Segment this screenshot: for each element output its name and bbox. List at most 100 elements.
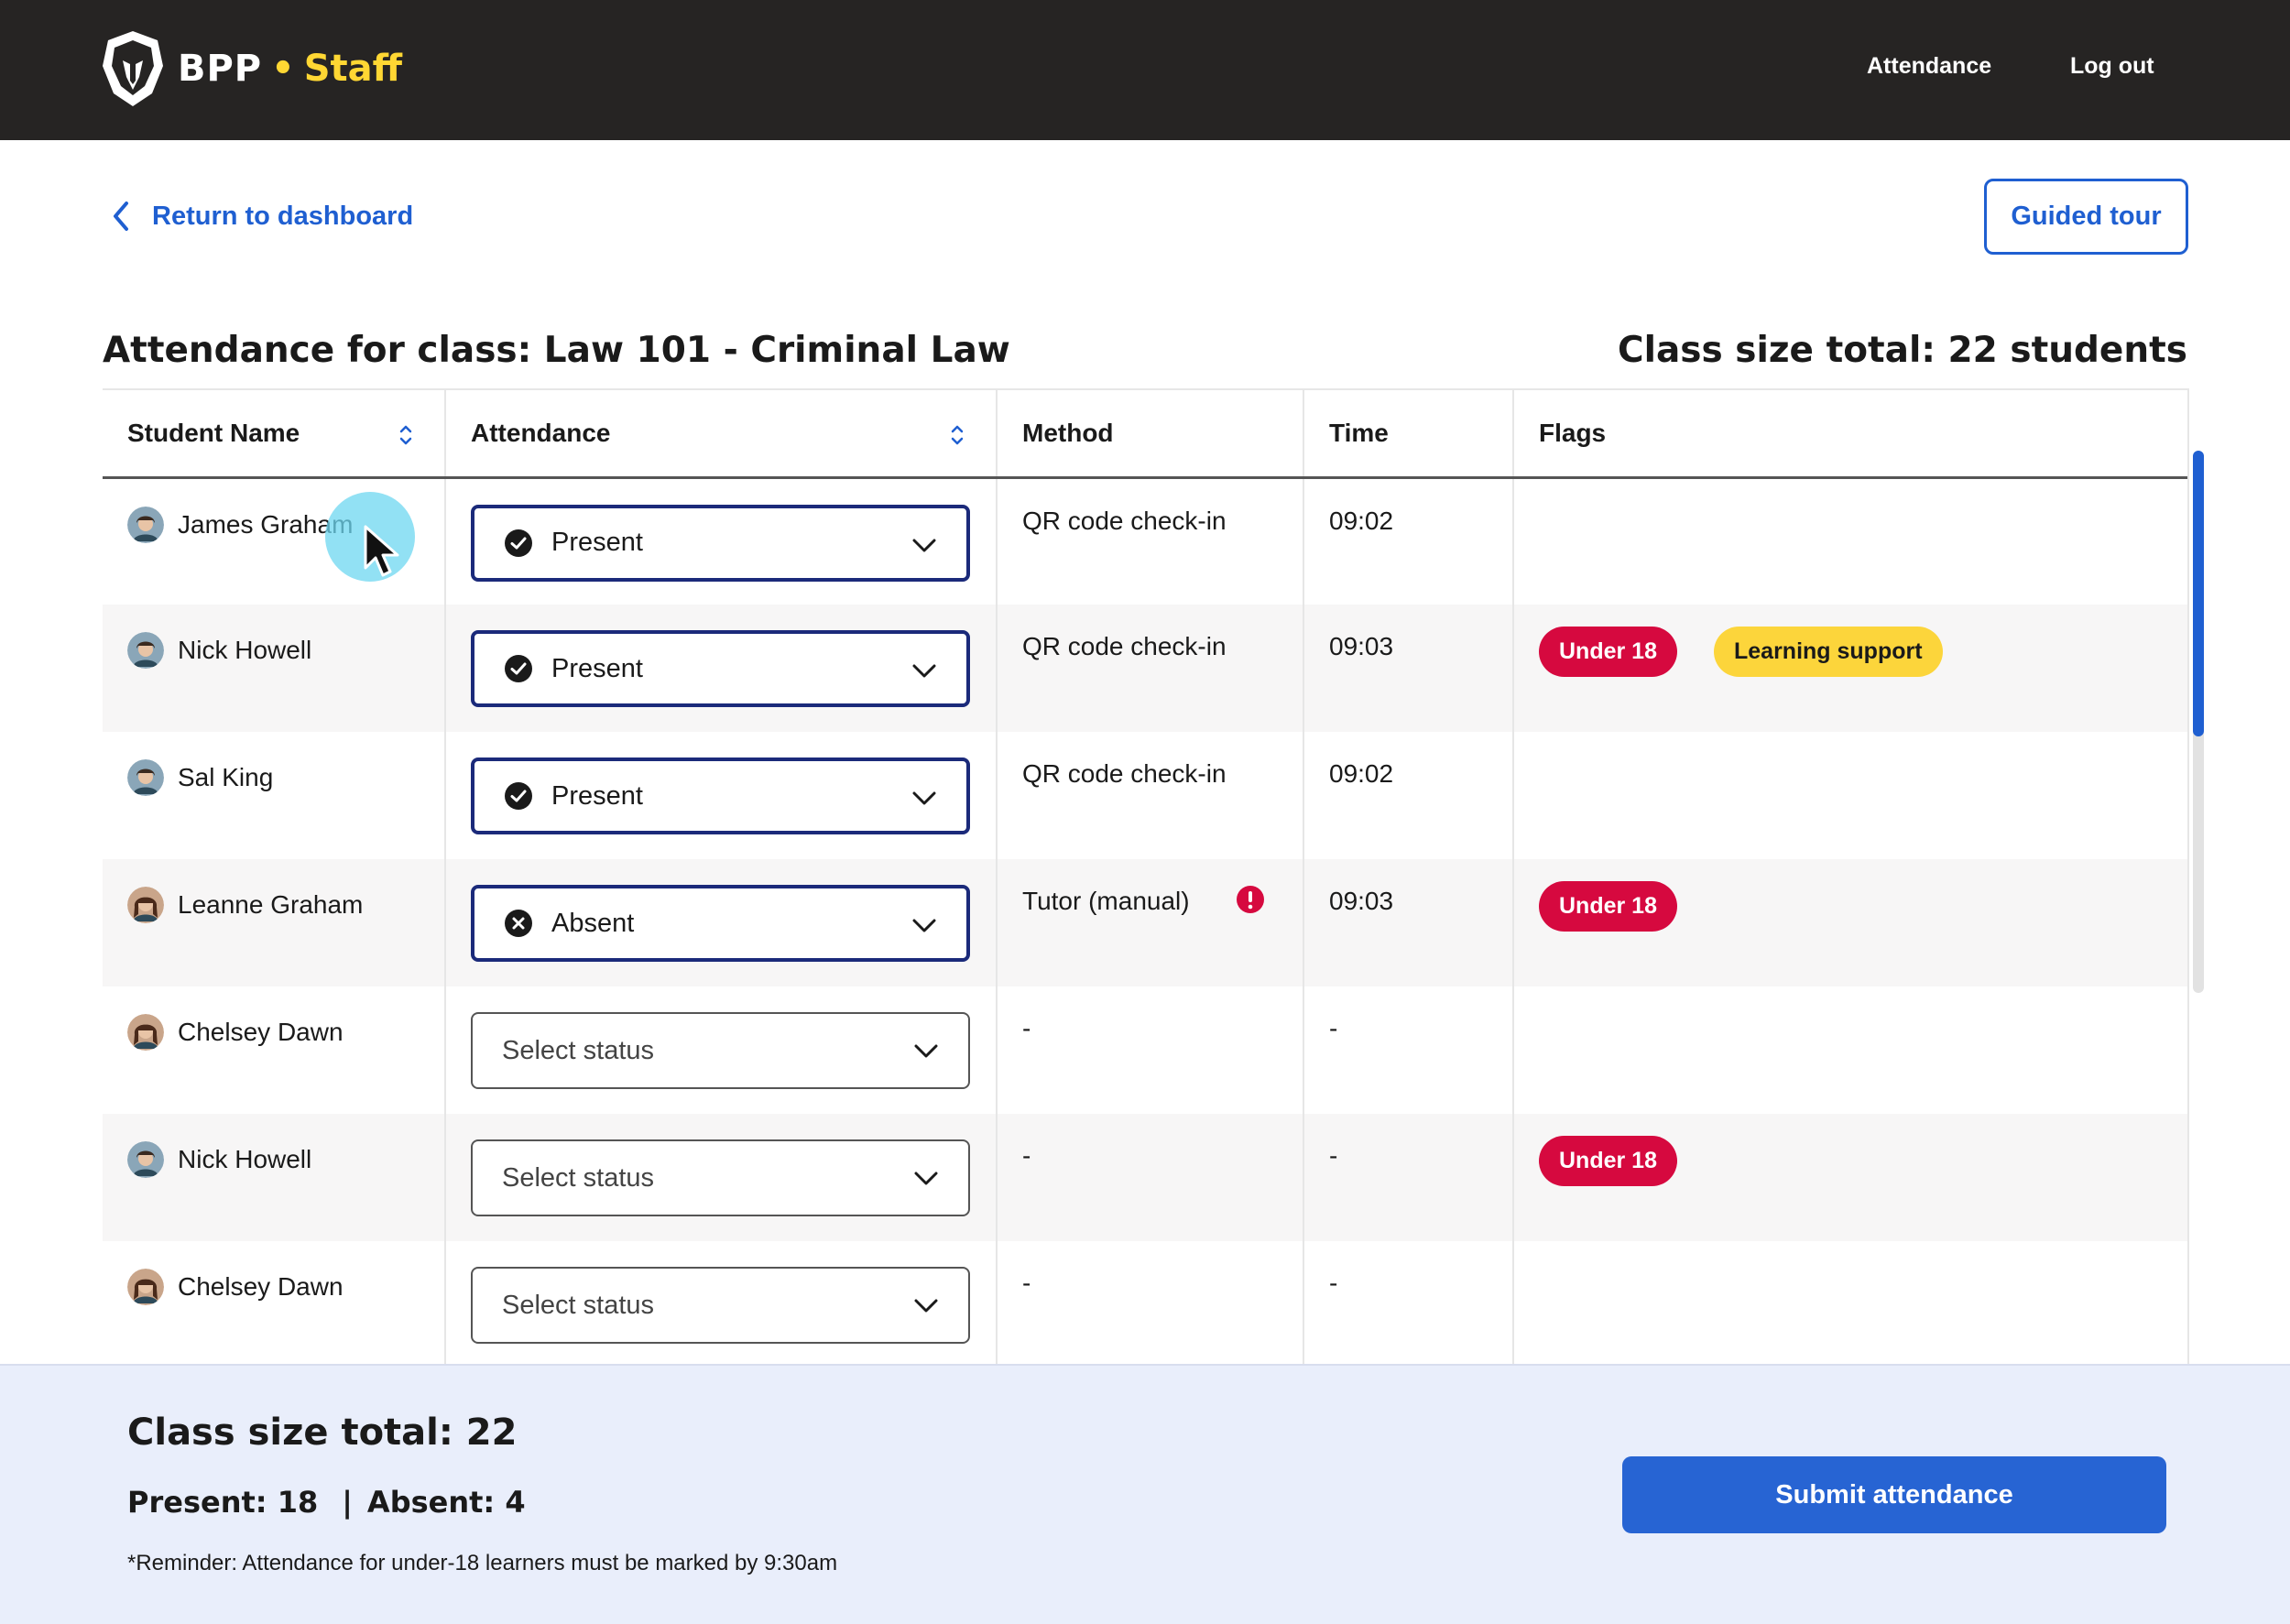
attendance-table-container[interactable]: Student Name Attendance Method Time Flag… [103,388,2189,1364]
student-name-label: Sal King [178,763,274,791]
table-row: Chelsey Dawn Select status - - [103,1241,2187,1364]
chevron-down-icon [912,539,936,551]
method-label: - [1022,1269,1031,1297]
mouse-pointer-icon [364,525,399,577]
brand[interactable]: BPP • Staff [101,29,402,108]
time-cell: 09:03 [1303,859,1513,986]
flag-badge: Under 18 [1539,627,1677,677]
attendance-status-select[interactable]: Select status [471,1139,970,1216]
method-label: QR code check-in [1022,759,1227,788]
flag-badge: Under 18 [1539,1136,1677,1186]
method-label: - [1022,1141,1031,1170]
sort-icon[interactable] [398,421,414,449]
student-name[interactable]: Chelsey Dawn [127,1014,444,1051]
avatar [127,1014,164,1051]
student-name-label: Leanne Graham [178,890,364,919]
column-header-student-name[interactable]: Student Name [103,390,445,479]
check-circle-icon [505,782,532,810]
attendance-cell: Present [444,732,997,859]
table-row: Sal King Present QR code check-in 09:02 [103,732,2187,859]
table-body: James Graham Present QR code check-in 09:02… [103,477,2187,1364]
time-cell: - [1303,986,1513,1114]
table-row: James Graham Present QR code check-in 09:02 [103,477,2187,605]
attendance-cell: Select status [444,1241,997,1364]
summary-footer: Class size total: 22 Present: 18 | Absent:… [0,1364,2290,1624]
time-label: - [1329,1141,1338,1170]
time-cell: 09:02 [1303,477,1513,605]
nav-attendance-link[interactable]: Attendance [1867,53,1991,80]
student-name-cell: Nick Howell [103,605,445,732]
method-cell: - [996,1114,1303,1241]
attendance-status-select[interactable]: Present [471,504,970,582]
table-row: Leanne Graham Absent Tutor (manual) 09:03 Un… [103,859,2187,986]
avatar [127,506,164,543]
guided-tour-button[interactable]: Guided tour [1984,179,2188,255]
method-cell: QR code check-in [996,477,1303,605]
footer-class-size: Class size total: 22 [127,1411,518,1454]
student-name-cell: Nick Howell [103,1114,445,1241]
student-name[interactable]: Nick Howell [127,632,444,669]
nav-logout-link[interactable]: Log out [2070,53,2154,80]
count-divider: | [342,1485,353,1520]
return-to-dashboard-label: Return to dashboard [152,201,414,231]
method-label: Tutor (manual) [1022,887,1190,915]
avatar [127,1141,164,1178]
method-cell: - [996,1241,1303,1364]
flag-badge: Learning support [1713,627,1943,677]
brand-name: BPP [178,48,263,90]
attendance-status-select[interactable]: Present [471,758,970,834]
method-label: QR code check-in [1022,506,1227,535]
time-cell: 09:03 [1303,605,1513,732]
chevron-down-icon [914,1044,938,1058]
method-cell: - [996,986,1303,1114]
attendance-table: Student Name Attendance Method Time Flag… [103,390,2187,1364]
chevron-down-icon [914,1299,938,1313]
brand-separator: • [271,48,295,90]
lion-logo-icon [103,31,163,106]
avatar [127,887,164,923]
attendance-cell: Select status [444,986,997,1114]
chevron-left-icon [114,202,128,231]
reminder-text: *Reminder: Attendance for under-18 learn… [127,1551,838,1575]
student-name[interactable]: Chelsey Dawn [127,1269,444,1305]
chevron-down-icon [912,919,936,932]
column-header-label: Student Name [127,418,300,447]
column-header-attendance[interactable]: Attendance [444,390,997,479]
flags-cell [1512,732,2187,859]
status-value: Present [551,528,643,557]
chevron-down-icon [914,1172,938,1185]
time-label: 09:02 [1329,759,1394,788]
attendance-status-select[interactable]: Select status [471,1267,970,1344]
return-to-dashboard-link[interactable]: Return to dashboard [108,198,413,234]
student-name[interactable]: Leanne Graham [127,887,444,923]
flags-cell [1512,1241,2187,1364]
flags-cell [1512,986,2187,1114]
time-cell: 09:02 [1303,732,1513,859]
student-name-label: Nick Howell [178,636,312,664]
attendance-status-select[interactable]: Absent [471,885,970,962]
brand-section: Staff [303,48,403,90]
time-label: - [1329,1014,1338,1042]
sort-icon[interactable] [949,421,965,449]
method-label: - [1022,1014,1031,1042]
present-count: Present: 18 [127,1485,319,1520]
student-name[interactable]: Sal King [127,759,444,796]
time-cell: - [1303,1241,1513,1364]
class-size-heading: Class size total: 22 students [1617,330,2187,371]
scrollbar-thumb[interactable] [2193,451,2204,736]
student-name-cell: Leanne Graham [103,859,445,986]
flags-cell [1512,477,2187,605]
check-circle-icon [505,529,532,557]
status-value: Present [551,653,643,683]
attendance-status-select[interactable]: Present [471,630,970,707]
column-header-time: Time [1303,390,1513,479]
top-nav-bar: BPP • Staff Attendance Log out [0,0,2290,140]
student-name[interactable]: Nick Howell [127,1141,444,1178]
submit-attendance-button[interactable]: Submit attendance [1622,1456,2166,1533]
footer-counts: Present: 18 | Absent: 4 [127,1485,526,1520]
status-value: Select status [502,1035,655,1065]
student-name-cell: Chelsey Dawn [103,1241,445,1364]
attendance-status-select[interactable]: Select status [471,1012,970,1089]
method-cell: QR code check-in [996,605,1303,732]
time-label: 09:03 [1329,632,1394,660]
